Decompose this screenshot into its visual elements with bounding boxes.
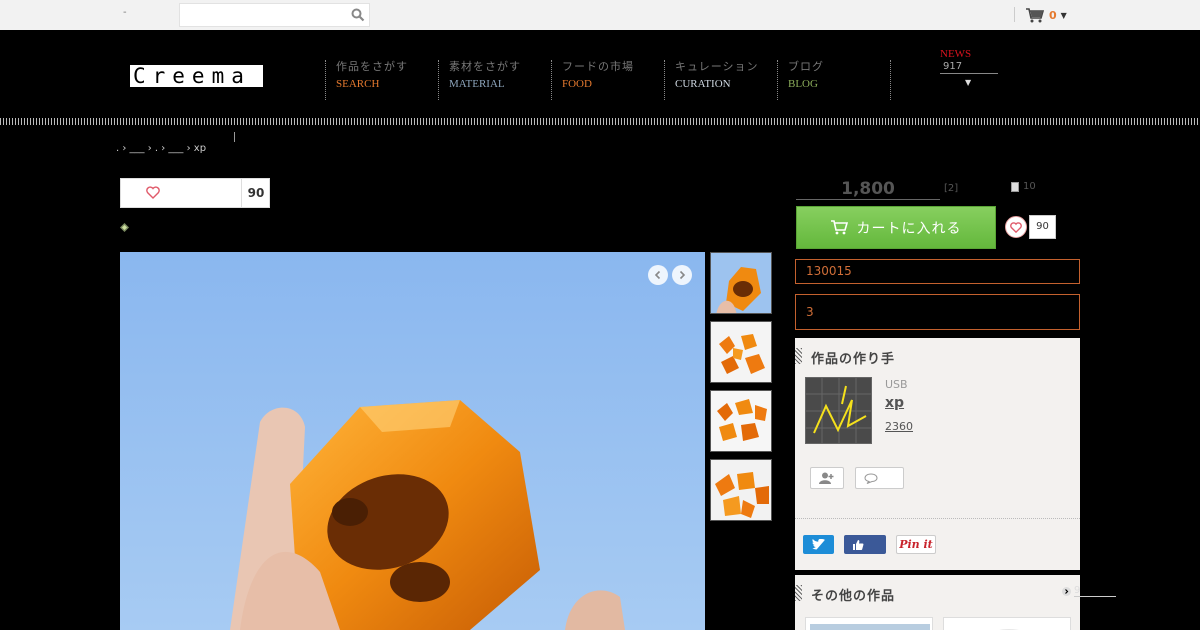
nav-curation[interactable]: キュレーション CURATION <box>664 60 759 100</box>
thumbnail-image <box>711 391 771 451</box>
site-header: Creema 作品をさがす SEARCH 素材をさがす MATERIAL フード… <box>0 30 1200 118</box>
shop-item-count[interactable]: 2360 <box>885 420 913 433</box>
thumbnail-1[interactable] <box>710 252 772 314</box>
divider <box>795 518 1080 519</box>
header-stripe <box>0 118 1200 125</box>
add-to-cart-button[interactable]: カートに入れる <box>796 206 996 249</box>
heart-icon <box>146 186 160 199</box>
chevron-right-icon <box>1062 586 1071 596</box>
thumbnail-4[interactable] <box>710 459 772 521</box>
shop-logo-image <box>806 378 871 443</box>
stock-count: 10 <box>1023 181 1036 192</box>
more-works-count: 9 <box>1074 585 1116 597</box>
thumbnail-image <box>711 322 771 382</box>
next-image-button[interactable] <box>672 265 692 285</box>
facebook-like-button[interactable] <box>844 535 886 554</box>
panel-header: 作品の作り手 <box>795 338 1080 374</box>
chevron-down-icon: ▼ <box>1060 10 1067 20</box>
chevron-left-icon <box>654 270 661 280</box>
search-box <box>179 3 370 27</box>
news-title: NEWS <box>940 48 972 60</box>
info-box-2: 3 <box>795 294 1080 330</box>
news-widget[interactable]: NEWS 917 ▼ <box>940 47 998 87</box>
cart-icon <box>1026 7 1045 22</box>
top-utility-bar: - 0 ▼ <box>0 0 1200 30</box>
product-price: 1,800 <box>796 178 940 200</box>
divider <box>234 132 235 142</box>
news-count: 917 <box>940 61 998 74</box>
nav-label-en: CURATION <box>675 78 731 90</box>
nav-label-jp: キュレーション <box>675 60 759 73</box>
thumbnail-image <box>711 460 771 520</box>
message-button[interactable] <box>855 467 904 489</box>
price-note: [2] <box>944 183 959 194</box>
favorite-button[interactable] <box>1005 216 1027 238</box>
top-link[interactable]: - <box>123 7 127 18</box>
cart-icon <box>830 220 848 235</box>
nav-label-jp: ブログ <box>788 60 824 73</box>
shop-panel: 作品の作り手 USB xp 2360 Pin it <box>795 338 1080 570</box>
heart-icon <box>1010 221 1022 233</box>
stock-indicator: 10 <box>1011 181 1036 192</box>
like-count: 90 <box>247 186 265 200</box>
add-user-icon <box>819 472 834 484</box>
thumbnail-image <box>806 618 932 630</box>
nav-label-jp: 作品をさがす <box>336 60 408 73</box>
more-works-link[interactable]: 9 <box>1062 585 1116 597</box>
pinterest-button[interactable]: Pin it <box>896 535 936 554</box>
speech-bubble-icon <box>863 472 878 484</box>
thumbnail-image <box>711 253 771 313</box>
avatar[interactable] <box>805 377 872 444</box>
nav-divider <box>890 60 891 100</box>
nav-blog[interactable]: ブログ BLOG <box>777 60 824 100</box>
nav-label-en: MATERIAL <box>449 78 505 90</box>
other-work-thumbnail-2[interactable] <box>943 617 1071 630</box>
thumbnail-image <box>944 618 1070 630</box>
nav-material[interactable]: 素材をさがす MATERIAL <box>438 60 521 100</box>
shop-panel-title: 作品の作り手 <box>811 352 896 367</box>
nav-label-en: FOOD <box>562 78 592 90</box>
cart-button[interactable]: 0 ▼ <box>1026 6 1067 24</box>
nav-label-jp: 素材をさがす <box>449 60 521 73</box>
thumbnail-2[interactable] <box>710 321 772 383</box>
search-icon[interactable] <box>351 8 365 22</box>
like-box[interactable]: 90 <box>120 178 270 208</box>
shop-category: USB <box>885 378 908 391</box>
nav-search[interactable]: 作品をさがす SEARCH <box>325 60 408 100</box>
search-input[interactable] <box>180 4 340 27</box>
amber-photo <box>120 252 705 630</box>
shop-name-link[interactable]: xp <box>885 395 904 411</box>
favorite-count: 90 <box>1029 215 1056 239</box>
nav-label-en: SEARCH <box>336 78 380 90</box>
thumbnail-3[interactable] <box>710 390 772 452</box>
site-logo[interactable]: Creema <box>130 65 263 87</box>
prev-image-button[interactable] <box>648 265 668 285</box>
other-work-thumbnail-1[interactable] <box>805 617 933 630</box>
add-to-cart-label: カートに入れる <box>856 220 962 237</box>
twitter-share-button[interactable] <box>803 535 834 554</box>
chevron-right-icon <box>679 270 686 280</box>
breadcrumb[interactable]: . › ___ › . › ___ › xp <box>116 143 206 154</box>
nav-label-en: BLOG <box>788 78 818 90</box>
follow-button[interactable] <box>810 467 844 489</box>
diamond-icon <box>120 223 129 232</box>
cart-count: 0 <box>1049 8 1057 22</box>
cart-divider <box>1014 7 1015 22</box>
panel-header-bar <box>795 585 802 601</box>
nav-label-jp: フードの市場 <box>562 60 634 73</box>
product-main-image[interactable] <box>120 252 705 630</box>
panel-header: その他の作品 <box>795 575 1080 611</box>
nav-food[interactable]: フードの市場 FOOD <box>551 60 634 100</box>
chevron-down-icon[interactable]: ▼ <box>965 78 998 87</box>
info-box-1: 130015 <box>795 259 1080 284</box>
other-panel-title: その他の作品 <box>811 589 896 604</box>
twitter-icon <box>811 539 825 550</box>
box-icon <box>1011 181 1019 192</box>
panel-header-bar <box>795 348 802 364</box>
thumbs-up-icon <box>853 539 864 550</box>
